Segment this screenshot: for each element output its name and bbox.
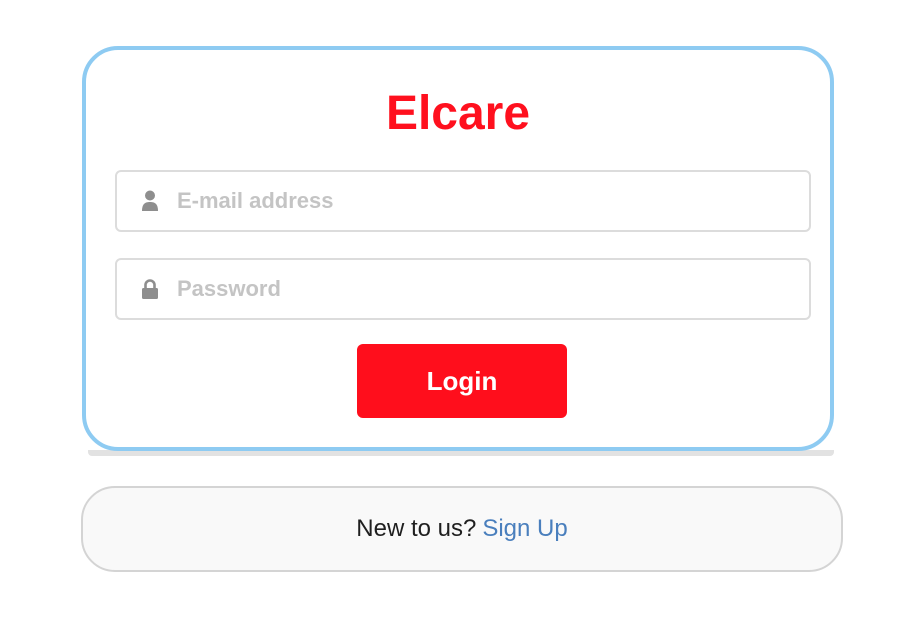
login-button[interactable]: Login <box>357 344 567 418</box>
email-input[interactable] <box>177 172 809 230</box>
password-field[interactable] <box>115 258 811 320</box>
email-field[interactable] <box>115 170 811 232</box>
signup-prompt: New to us? <box>356 515 477 542</box>
password-input[interactable] <box>177 260 809 318</box>
signup-link[interactable]: Sign Up <box>482 515 567 543</box>
user-icon <box>139 189 161 213</box>
brand-title: Elcare <box>385 87 531 140</box>
lock-icon <box>139 277 161 301</box>
login-card: Elcare Login <box>82 46 834 451</box>
signup-box: New to us? Sign Up <box>81 486 843 572</box>
